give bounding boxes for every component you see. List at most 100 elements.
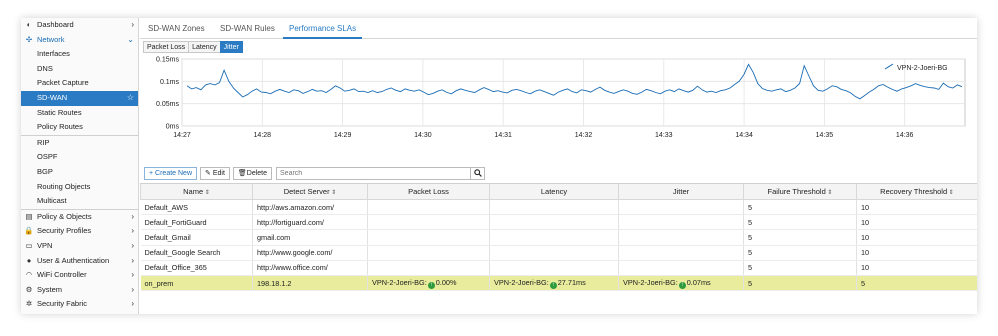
interface-name: VPN-2-Joeri-BG: [372, 277, 427, 287]
cell-recover: 10 [856, 199, 977, 216]
column-header[interactable]: Failure Threshold ⇕ [743, 183, 857, 200]
tab-bar: SD-WAN Zones SD-WAN Rules Performance SL… [140, 18, 977, 39]
cell-server: http://fortiguard.com/ [252, 214, 368, 231]
sidebar-item-label: Network [37, 34, 65, 44]
sidebar-item-security-fabric[interactable]: ✲ Security Fabric › [21, 297, 138, 312]
sidebar-item-label: OSPF [37, 152, 58, 162]
x-tick-label: 14:34 [735, 132, 753, 139]
cell-loss [367, 245, 490, 261]
sidebar-item-vpn[interactable]: ▭ VPN › [21, 239, 138, 254]
sidebar-item-interfaces[interactable]: Interfaces [21, 47, 138, 62]
sla-table: Name ⇕ Detect Server ⇕ Packet Loss Latency J… [140, 183, 977, 292]
gear-icon: ⚙ [25, 284, 33, 294]
cell-jitter [618, 245, 744, 261]
sidebar-item-policy-objects[interactable]: ▤ Policy & Objects › [21, 210, 138, 225]
search-input[interactable] [277, 167, 471, 179]
user-icon: ● [26, 255, 32, 265]
metric-value: 0.00% [435, 277, 457, 287]
cell-recover: 5 [856, 275, 977, 292]
subtab-jitter[interactable]: Jitter [219, 41, 243, 53]
cell-recover: 10 [856, 229, 977, 246]
table-row[interactable]: on_prem 198.18.1.2 VPN-2-Joeri-BG: ↑ 0.00% VP… [140, 275, 977, 292]
delete-button[interactable]: 🗑Delete [232, 166, 273, 180]
metric-value: 0.07ms [686, 277, 711, 287]
column-header[interactable]: Packet Loss [367, 183, 490, 200]
sidebar-item-ospf[interactable]: OSPF [21, 150, 138, 165]
cell-loss [367, 199, 490, 216]
column-header-label: Latency [540, 187, 568, 196]
cell-jitter [618, 214, 744, 231]
search-button[interactable] [470, 167, 484, 179]
cell-server: http://www.google.com/ [252, 245, 368, 261]
sidebar-item-label: Routing Objects [37, 181, 91, 191]
sidebar-item-policy-routes[interactable]: Policy Routes [21, 120, 138, 135]
sidebar-item-dashboard[interactable]: ◐ Dashboard › [21, 18, 138, 33]
status-up-icon: ↑ [678, 281, 686, 289]
column-header[interactable]: Latency [489, 183, 619, 200]
x-tick-label: 14:32 [575, 132, 593, 139]
sidebar-item-sd-wan[interactable]: SD-WAN ☆ [21, 90, 138, 106]
sidebar-item-label: BGP [37, 166, 53, 176]
cell-server: gmail.com [252, 229, 368, 246]
cell-latency [489, 214, 619, 231]
table-row[interactable]: Default_Google Search http://www.google.c… [140, 245, 977, 261]
column-header[interactable]: Jitter [618, 183, 744, 200]
sort-icon: ⇕ [947, 190, 954, 196]
table-row[interactable]: Default_FortiGuard http://fortiguard.com/… [140, 214, 977, 231]
table-row[interactable]: Default_Office_365 http://www.office.com/… [140, 260, 977, 276]
sidebar-item-user-authentication[interactable]: ● User & Authentication › [21, 254, 138, 269]
sidebar-item-label: WiFi Controller [37, 270, 87, 280]
x-tick-label: 14:36 [896, 132, 914, 139]
sidebar-item-multicast[interactable]: Multicast [21, 194, 138, 209]
fabric-icon: ✲ [25, 299, 33, 309]
chevron-right-icon: › [131, 270, 134, 280]
cell-server: 198.18.1.2 [252, 275, 368, 292]
tab-performance-slas[interactable]: Performance SLAs [283, 18, 363, 39]
wifi-icon: ◠ [25, 270, 33, 280]
chevron-right-icon: › [131, 226, 134, 236]
column-header-label: Jitter [672, 187, 690, 196]
sidebar-item-rip[interactable]: RIP [21, 136, 138, 151]
vpn-icon: ▭ [25, 240, 33, 250]
x-tick-label: 14:33 [655, 132, 673, 139]
sidebar-item-static-routes[interactable]: Static Routes [21, 106, 138, 121]
sidebar-item-label: System [37, 284, 63, 294]
tab-sdwan-rules[interactable]: SD-WAN Rules [220, 18, 275, 39]
cell-name: on_prem [140, 275, 253, 292]
sidebar-item-label: User & Authentication [37, 255, 110, 265]
sidebar-item-label: Multicast [37, 196, 67, 206]
cell-fail: 5 [743, 229, 857, 246]
sidebar-item-label: DNS [37, 63, 53, 73]
cell-latency [489, 245, 619, 261]
app-window: ◐ Dashboard › ✣ Network ⌄ Interfaces DNS Packet … [21, 18, 977, 314]
chevron-down-icon: ⌄ [127, 34, 134, 44]
sidebar-item-system[interactable]: ⚙ System › [21, 283, 138, 298]
x-tick-label: 14:31 [494, 132, 512, 139]
table-row[interactable]: Default_Gmail gmail.com 5 10 [140, 229, 977, 246]
sidebar-item-security-profiles[interactable]: 🔒 Security Profiles › [21, 224, 138, 239]
cell-loss [367, 260, 490, 276]
column-header[interactable]: Detect Server ⇕ [252, 183, 368, 200]
column-header[interactable]: Recovery Threshold ⇕ [856, 183, 977, 200]
sidebar-item-wifi-controller[interactable]: ◠ WiFi Controller › [21, 268, 138, 283]
sidebar-item-packet-capture[interactable]: Packet Capture [21, 76, 138, 91]
plot-area [181, 58, 966, 127]
cell-latency [489, 229, 619, 246]
table-row[interactable]: Default_AWS http://aws.amazon.com/5 10 [140, 199, 977, 216]
sidebar-item-dns[interactable]: DNS [21, 62, 138, 77]
cell-recover: 10 [856, 245, 977, 261]
pencil-icon: ✎ [205, 169, 213, 177]
edit-button[interactable]: ✎ Edit [200, 166, 230, 180]
subtab-latency[interactable]: Latency [188, 41, 221, 53]
sidebar-item-routing-objects[interactable]: Routing Objects [21, 180, 138, 195]
subtab-packet-loss[interactable]: Packet Loss [143, 41, 190, 53]
sidebar-item-network[interactable]: ✣ Network ⌄ [21, 33, 138, 48]
sidebar-item-bgp[interactable]: BGP [21, 165, 138, 180]
cell-loss [367, 229, 490, 246]
favorite-star-icon[interactable]: ☆ [127, 91, 134, 106]
column-header[interactable]: Name ⇕ [140, 183, 253, 200]
sort-icon: ⇕ [203, 190, 210, 196]
cell-name: Default_Gmail [140, 229, 253, 246]
tab-sdwan-zones[interactable]: SD-WAN Zones [148, 18, 205, 39]
create-new-button[interactable]: + Create New [144, 166, 198, 180]
